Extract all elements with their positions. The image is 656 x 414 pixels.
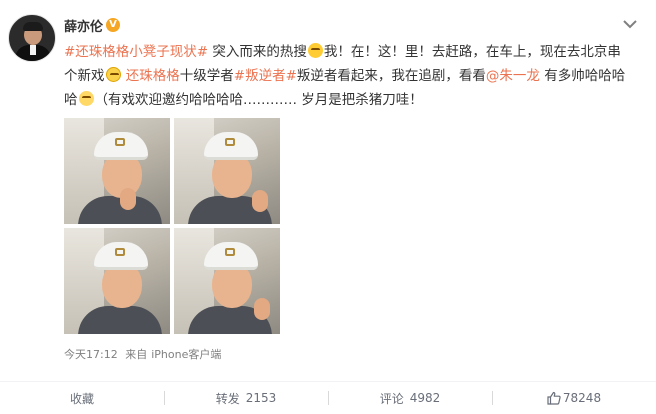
text-segment: 十级学者: [179, 68, 234, 84]
photo-cap: [94, 242, 148, 270]
more-options-button[interactable]: [622, 18, 638, 30]
source-prefix: 来自: [125, 348, 148, 361]
cap-logo-icon: [225, 138, 235, 146]
repost-count: 2153: [245, 391, 277, 405]
post-text: #还珠格格小凳子现状# 突入而来的热搜 我！在！这！里！去赶路，在车上，现在去北京…: [64, 40, 632, 112]
avatar-hair: [23, 22, 43, 31]
photo-thumbnail[interactable]: [174, 228, 280, 334]
photo-cap: [204, 132, 258, 160]
weibo-post-card: 薛亦伦 V #还珠格格小凳子现状# 突入而来的热搜 我！在！这！里！去赶路，在车上…: [0, 0, 656, 414]
laugh-emoji-icon: [78, 91, 94, 106]
post-timestamp[interactable]: 今天17:12: [64, 348, 118, 361]
comment-button[interactable]: 评论 4982: [328, 382, 492, 414]
comment-label: 评论: [379, 391, 404, 406]
post-header: 薛亦伦 V: [64, 16, 121, 35]
username[interactable]: 薛亦伦: [64, 16, 103, 35]
chevron-down-icon: [623, 20, 637, 29]
post-source[interactable]: iPhone客户端: [151, 348, 221, 361]
photo-grid: [64, 118, 282, 336]
favorite-button[interactable]: 收藏: [0, 382, 164, 414]
photo-thumbnail[interactable]: [64, 118, 170, 224]
text-segment: 叛逆者看起来，我在追剧，看看: [296, 68, 486, 84]
favorite-label: 收藏: [69, 391, 94, 406]
photo-hand: [254, 298, 270, 320]
repost-label: 转发: [215, 391, 240, 406]
mention-link[interactable]: @朱一龙: [486, 68, 540, 84]
cap-logo-icon: [225, 248, 235, 256]
avatar-collar: [30, 45, 36, 55]
avatar[interactable]: [8, 14, 56, 62]
text-segment: 突入而来的热搜: [208, 44, 307, 60]
topic-link[interactable]: #叛逆者#: [234, 68, 297, 84]
like-button[interactable]: 78248: [492, 382, 656, 414]
photo-thumbnail[interactable]: [174, 118, 280, 224]
photo-cap: [94, 132, 148, 160]
photo-thumbnail[interactable]: [64, 228, 170, 334]
photo-cap: [204, 242, 258, 270]
action-bar: 收藏 转发 2153 评论 4982 78248: [0, 382, 656, 414]
cap-logo-icon: [115, 138, 125, 146]
verified-badge-icon: V: [106, 18, 121, 32]
topic-link[interactable]: #还珠格格小凳子现状#: [64, 44, 208, 60]
cap-logo-icon: [115, 248, 125, 256]
photo-hand: [120, 188, 136, 210]
photo-hand: [252, 190, 268, 212]
post-meta: 今天17:12 来自 iPhone客户端: [64, 346, 225, 362]
topic-link[interactable]: 还珠格格: [126, 68, 180, 84]
repost-button[interactable]: 转发 2153: [164, 382, 328, 414]
comment-count: 4982: [409, 391, 441, 405]
like-count: 78248: [562, 391, 602, 405]
glasses-emoji-icon: [105, 67, 121, 82]
photo-shirt: [78, 306, 162, 334]
thumbs-up-icon: [547, 391, 561, 405]
text-segment: （有戏欢迎邀约哈哈哈哈………… 岁月是把杀猪刀哇！: [94, 92, 423, 108]
grin-emoji-icon: [307, 43, 323, 58]
